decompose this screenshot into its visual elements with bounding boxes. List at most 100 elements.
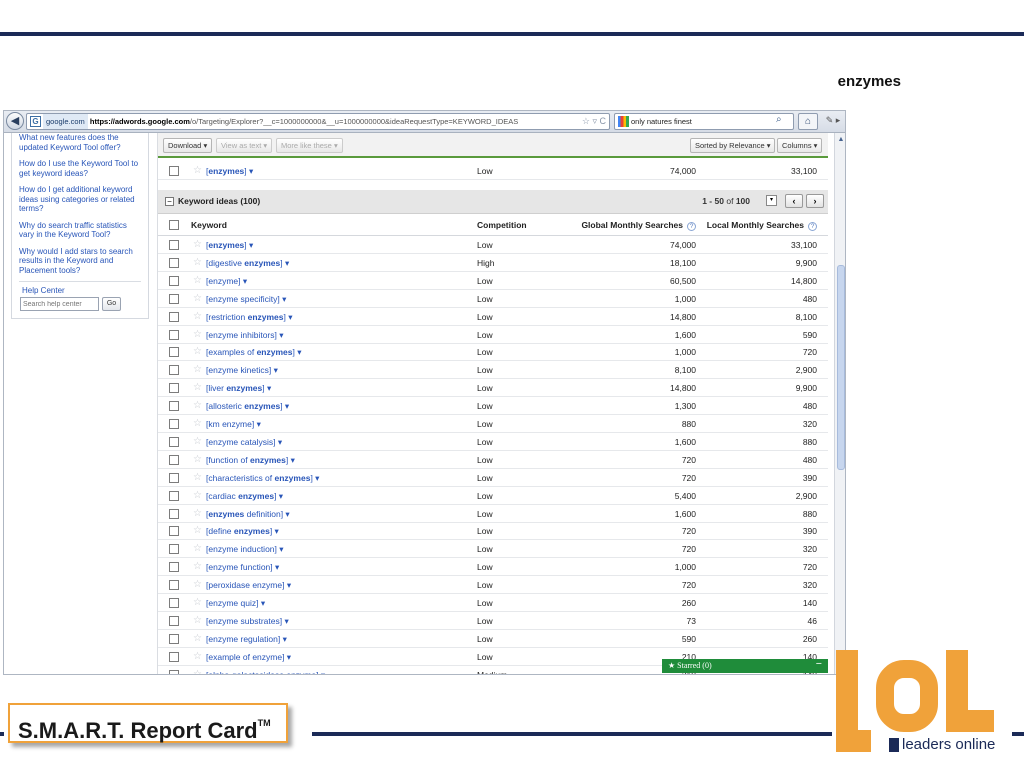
star-icon[interactable]: ☆ [193, 433, 202, 451]
row-checkbox[interactable] [169, 669, 179, 674]
view-as-text-button[interactable]: View as text ▾ [216, 138, 273, 153]
address-bar[interactable]: Ggoogle.com https://adwords.google.com/o… [26, 113, 610, 130]
row-checkbox[interactable] [169, 526, 179, 537]
keyword-link[interactable]: [enzyme inhibitors] ▾ [206, 326, 284, 344]
star-icon[interactable]: ☆ [193, 594, 202, 612]
help-link-add-stars[interactable]: Why would I add stars to search results … [12, 247, 148, 276]
global-searches-column-header[interactable]: Global Monthly Searches? [581, 215, 696, 236]
star-icon[interactable]: ☆ [193, 379, 202, 397]
competition-column-header[interactable]: Competition [477, 215, 527, 236]
keyword-link[interactable]: [enzymes] ▾ [206, 236, 253, 254]
download-button[interactable]: Download ▾ [163, 138, 213, 153]
keyword-column-header[interactable]: Keyword [191, 215, 227, 236]
keyword-link[interactable]: [enzyme catalysis] ▾ [206, 433, 282, 451]
keyword-link[interactable]: [enzyme substrates] ▾ [206, 612, 289, 630]
keyword-link[interactable]: [enzyme] ▾ [206, 272, 247, 290]
help-icon[interactable]: ? [808, 222, 817, 231]
row-checkbox[interactable] [169, 508, 179, 519]
star-icon[interactable]: ☆ [193, 361, 202, 379]
row-checkbox[interactable] [169, 311, 179, 322]
keyword-link[interactable]: [enzyme quiz] ▾ [206, 594, 265, 612]
keyword-link[interactable]: [enzymes] ▾ [206, 162, 253, 180]
row-checkbox[interactable] [169, 293, 179, 304]
keyword-link[interactable]: [examples of enzymes] ▾ [206, 343, 302, 361]
back-button[interactable]: ◀ [6, 112, 24, 130]
help-go-button[interactable]: Go [102, 297, 121, 311]
row-checkbox[interactable] [169, 436, 179, 447]
search-engine-icon[interactable] [618, 116, 629, 127]
star-icon[interactable]: ☆ [193, 505, 202, 523]
star-icon[interactable]: ☆ [193, 451, 202, 469]
star-icon[interactable]: ☆ [193, 162, 202, 180]
keyword-link[interactable]: [example of enzyme] ▾ [206, 648, 291, 666]
more-like-these-button[interactable]: More like these ▾ [276, 138, 343, 153]
home-icon[interactable]: ⌂ [798, 113, 818, 130]
row-checkbox[interactable] [169, 401, 179, 412]
help-link-use-tool[interactable]: How do I use the Keyword Tool to get key… [12, 159, 148, 178]
help-search-input[interactable] [20, 297, 99, 311]
star-icon[interactable]: ☆ [193, 290, 202, 308]
page-size-dropdown[interactable]: ▾ [766, 195, 777, 206]
site-identity[interactable]: google.com [43, 114, 88, 129]
row-checkbox[interactable] [169, 257, 179, 268]
search-icon[interactable]: ⌕ [776, 114, 782, 125]
star-icon[interactable]: ☆ [193, 522, 202, 540]
star-icon[interactable]: ☆ [193, 236, 202, 254]
keyword-link[interactable]: [digestive enzymes] ▾ [206, 254, 289, 272]
scroll-thumb[interactable] [837, 265, 845, 470]
sort-dropdown[interactable]: Sorted by Relevance ▾ [690, 138, 776, 153]
star-icon[interactable]: ☆ [193, 308, 202, 326]
star-icon[interactable]: ☆ [193, 254, 202, 272]
row-checkbox[interactable] [169, 580, 179, 591]
vertical-scrollbar[interactable]: ▲ ▼ [834, 133, 845, 674]
row-checkbox[interactable] [169, 347, 179, 358]
row-checkbox[interactable] [169, 166, 179, 176]
keyword-link[interactable]: [define enzymes] ▾ [206, 522, 279, 540]
help-link-additional-ideas[interactable]: How do I get additional keyword ideas us… [12, 185, 148, 214]
row-checkbox[interactable] [169, 472, 179, 483]
keyword-link[interactable]: [enzyme function] ▾ [206, 558, 279, 576]
keyword-link[interactable]: [km enzyme] ▾ [206, 415, 261, 433]
star-icon[interactable]: ☆ [193, 487, 202, 505]
row-checkbox[interactable] [169, 419, 179, 429]
star-icon[interactable]: ☆ [193, 326, 202, 344]
keyword-link[interactable]: [cardiac enzymes] ▾ [206, 487, 283, 505]
keyword-link[interactable]: [enzymes definition] ▾ [206, 505, 290, 523]
row-checkbox[interactable] [169, 454, 179, 465]
row-checkbox[interactable] [169, 490, 179, 501]
help-link-traffic-stats[interactable]: Why do search traffic statistics vary in… [12, 221, 148, 240]
keyword-link[interactable]: [restriction enzymes] ▾ [206, 308, 293, 326]
keyword-link[interactable]: [liver enzymes] ▾ [206, 379, 271, 397]
star-icon[interactable]: ☆ [193, 397, 202, 415]
row-checkbox[interactable] [169, 275, 179, 286]
help-icon[interactable]: ? [687, 222, 696, 231]
row-checkbox[interactable] [169, 240, 179, 250]
row-checkbox[interactable] [169, 562, 179, 573]
collapse-icon[interactable]: − [165, 197, 174, 206]
keyword-link[interactable]: [enzyme kinetics] ▾ [206, 361, 278, 379]
starred-bar[interactable]: ★ Starred (0) − [662, 657, 828, 673]
bookmark-star-icon[interactable]: ☆ ▿ C [582, 114, 606, 129]
row-checkbox[interactable] [169, 329, 179, 340]
star-icon[interactable]: ☆ [193, 630, 202, 648]
local-searches-column-header[interactable]: Local Monthly Searches? [707, 215, 817, 236]
prev-page-button[interactable]: ‹ [785, 194, 803, 208]
help-center-link[interactable]: Help Center [12, 286, 148, 296]
keyword-link[interactable]: [alpha-galactosidase enzyme] ▾ [206, 666, 325, 674]
minimize-icon[interactable]: − [816, 657, 822, 671]
help-link-new-features[interactable]: What new features does the updated Keywo… [12, 133, 148, 152]
row-checkbox[interactable] [169, 633, 179, 644]
scroll-up-icon[interactable]: ▲ [836, 135, 845, 145]
select-all-checkbox[interactable] [169, 220, 179, 230]
keyword-link[interactable]: [enzyme regulation] ▾ [206, 630, 287, 648]
row-checkbox[interactable] [169, 383, 179, 394]
keyword-link[interactable]: [peroxidase enzyme] ▾ [206, 576, 291, 594]
columns-dropdown[interactable]: Columns ▾ [777, 138, 823, 153]
star-icon[interactable]: ☆ [193, 558, 202, 576]
star-icon[interactable]: ☆ [193, 415, 202, 433]
extensions-icon[interactable]: ✎ ▸ [821, 113, 845, 130]
browser-search-bar[interactable]: only natures finest [614, 113, 794, 130]
star-icon[interactable]: ☆ [193, 666, 202, 674]
keyword-link[interactable]: [characteristics of enzymes] ▾ [206, 469, 319, 487]
star-icon[interactable]: ☆ [193, 272, 202, 290]
